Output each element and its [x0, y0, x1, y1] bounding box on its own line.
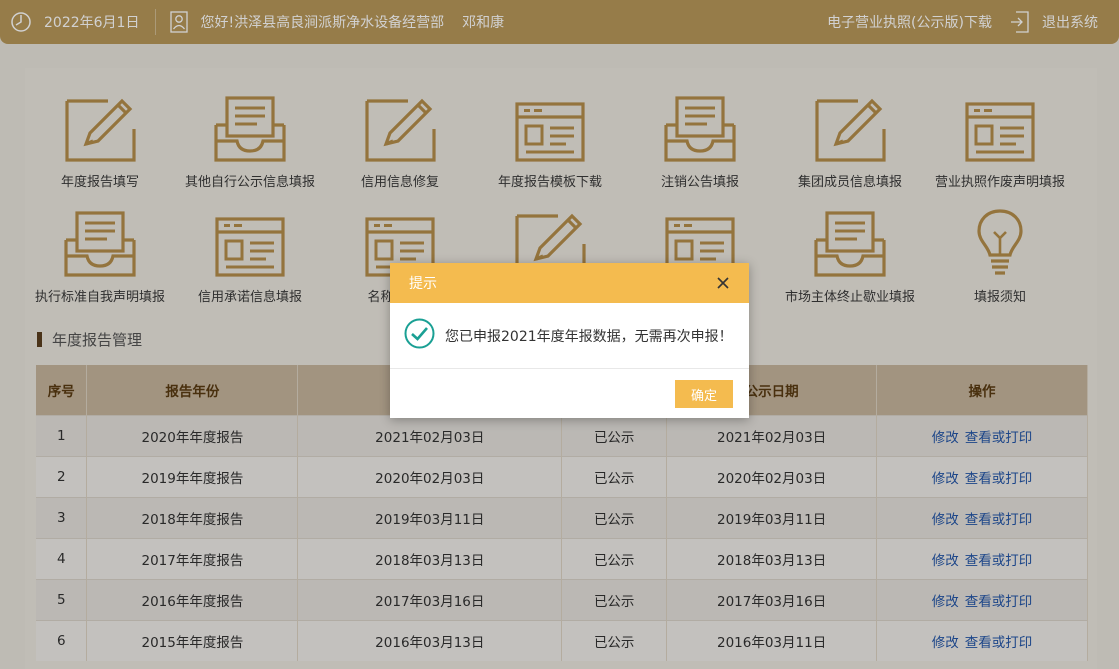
dialog-body: 您已申报2021年度年报数据，无需再次申报！ — [390, 303, 749, 369]
dialog-title: 提示 — [409, 276, 437, 292]
success-check-icon — [404, 318, 445, 353]
close-icon[interactable] — [715, 275, 731, 291]
dialog-message: 您已申报2021年度年报数据，无需再次申报！ — [445, 328, 733, 345]
alert-dialog: 提示 您已申报2021年度年报数据，无需再次申报！ 确定 — [390, 263, 749, 418]
dialog-footer: 确定 — [390, 369, 749, 418]
confirm-button[interactable]: 确定 — [675, 380, 733, 408]
dialog-header: 提示 — [390, 263, 749, 303]
